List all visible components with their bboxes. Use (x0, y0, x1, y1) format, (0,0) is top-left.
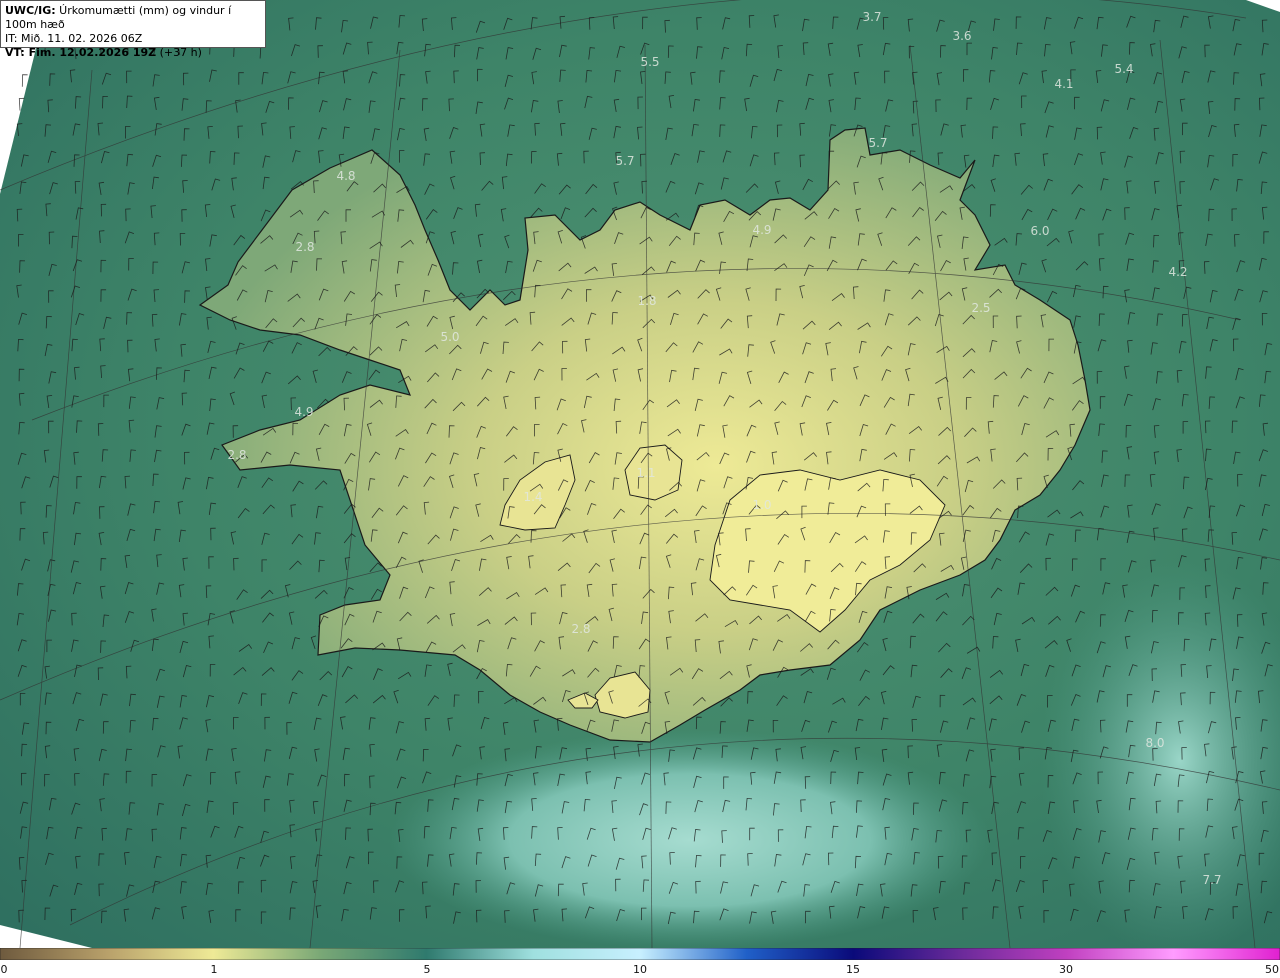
map-value-label: 3.7 (862, 10, 882, 24)
colorbar-tick-label: 50 (1265, 963, 1279, 976)
map-value-label: 2.8 (295, 240, 315, 254)
map-value-label: 4.1 (1054, 77, 1074, 91)
colorbar-tick-label: 15 (846, 963, 860, 976)
map-info-box: UWC/IG: Úrkomumætti (mm) og vindur í 100… (0, 0, 266, 59)
map-value-label: 6.0 (1030, 224, 1050, 238)
map-value-label: 4.9 (752, 223, 772, 237)
map-value-label: 5.0 (440, 330, 460, 344)
map-value-label: 7.7 (1202, 873, 1222, 887)
map-value-label: 2.8 (227, 448, 247, 462)
colorbar-tick-label: 30 (1059, 963, 1073, 976)
valid-time: VT: Fim. 12.02.2026 19Z (5, 46, 157, 59)
map-value-label: 5.5 (640, 55, 660, 69)
map-value-label: 1.1 (636, 466, 656, 480)
map-value-label: 4.2 (1168, 265, 1188, 279)
map-value-label: 5.7 (615, 154, 635, 168)
map-value-label: 1.4 (523, 490, 543, 504)
map-value-label: 4.8 (336, 169, 356, 183)
colorbar-tick-label: 10 (633, 963, 647, 976)
map-value-label: 5.7 (868, 136, 888, 150)
forecast-hour: (+37 h) (156, 46, 202, 59)
map-value-label: 2.8 (571, 622, 591, 636)
valid-time-line: VT: Fim. 12.02.2026 19Z (+37 h) (5, 46, 261, 60)
colorbar-tick-label: 1 (210, 963, 218, 976)
map-value-label: 5.4 (1114, 62, 1134, 76)
title-line: UWC/IG: Úrkomumætti (mm) og vindur í 100… (5, 4, 261, 32)
colorbar-tick-label: 0 (0, 963, 8, 976)
model-name: UWC/IG: (5, 4, 56, 17)
map-value-label: 4.9 (294, 405, 314, 419)
colorbar (0, 948, 1280, 960)
map-value-label: 1.0 (752, 498, 772, 512)
map-value-label: 1.8 (637, 294, 657, 308)
map-value-label: 3.6 (952, 29, 972, 43)
map-value-label: 8.0 (1145, 736, 1165, 750)
colorbar-tick-label: 5 (423, 963, 431, 976)
map-value-label: 2.5 (971, 301, 991, 315)
wind-barb (21, 74, 28, 87)
initial-time: IT: Mið. 11. 02. 2026 06Z (5, 32, 143, 45)
